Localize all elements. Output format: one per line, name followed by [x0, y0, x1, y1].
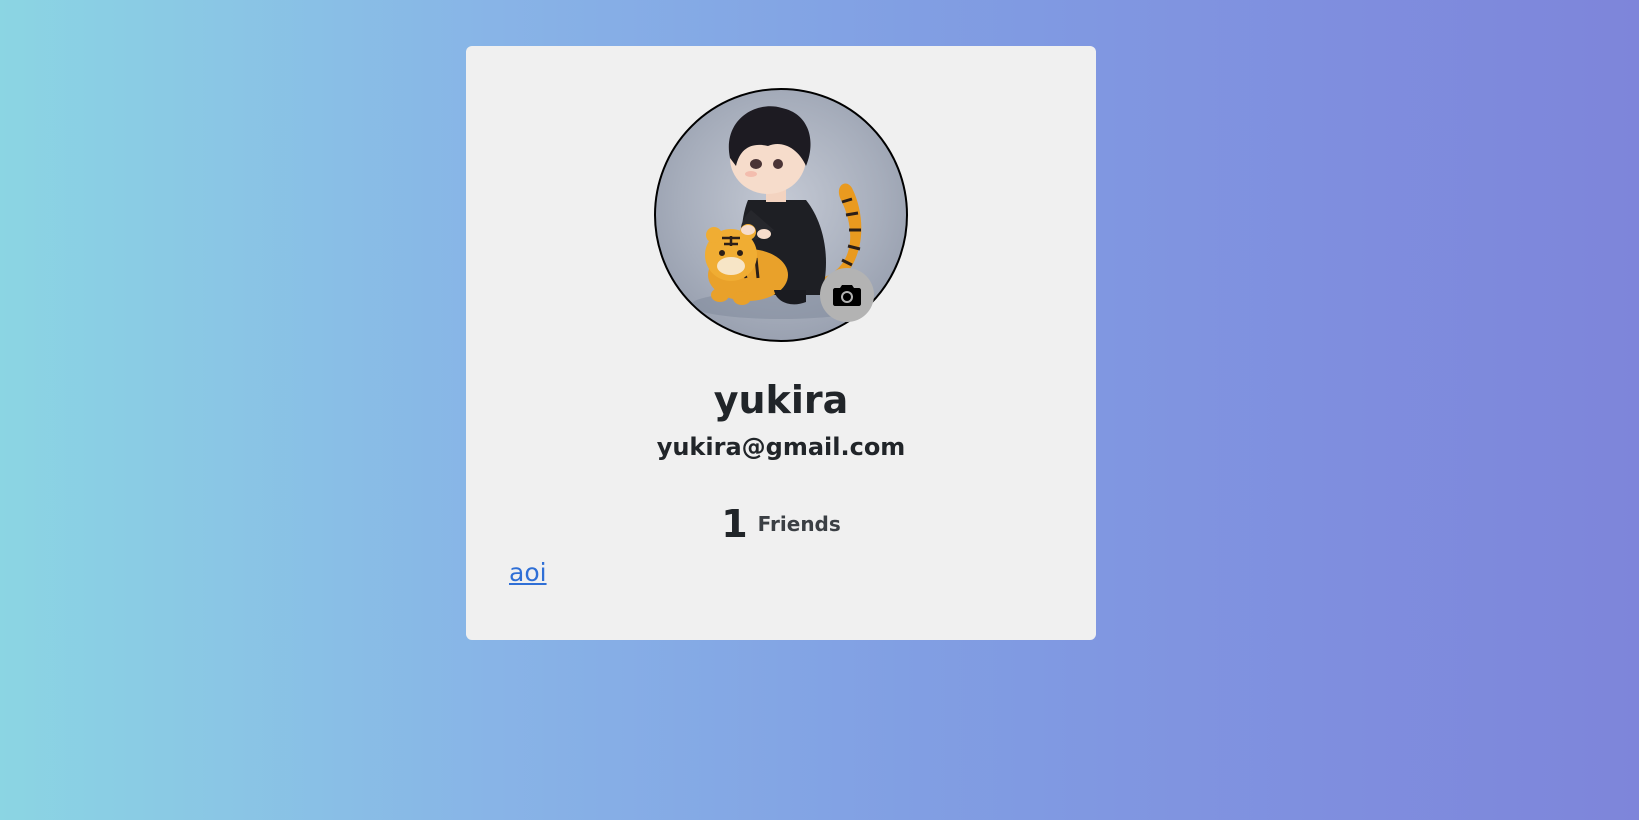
friends-label: Friends: [757, 512, 841, 536]
friend-link[interactable]: aoi: [509, 558, 547, 587]
profile-email: yukira@gmail.com: [656, 433, 906, 461]
camera-icon: [833, 285, 861, 306]
friends-count: 1: [721, 502, 748, 546]
profile-username: yukira: [713, 378, 849, 422]
friends-stat: 1 Friends: [466, 502, 1096, 546]
profile-card: yukira yukira@gmail.com 1 Friends aoi: [466, 46, 1096, 640]
change-avatar-button[interactable]: [820, 268, 874, 322]
avatar-container: [654, 88, 908, 342]
